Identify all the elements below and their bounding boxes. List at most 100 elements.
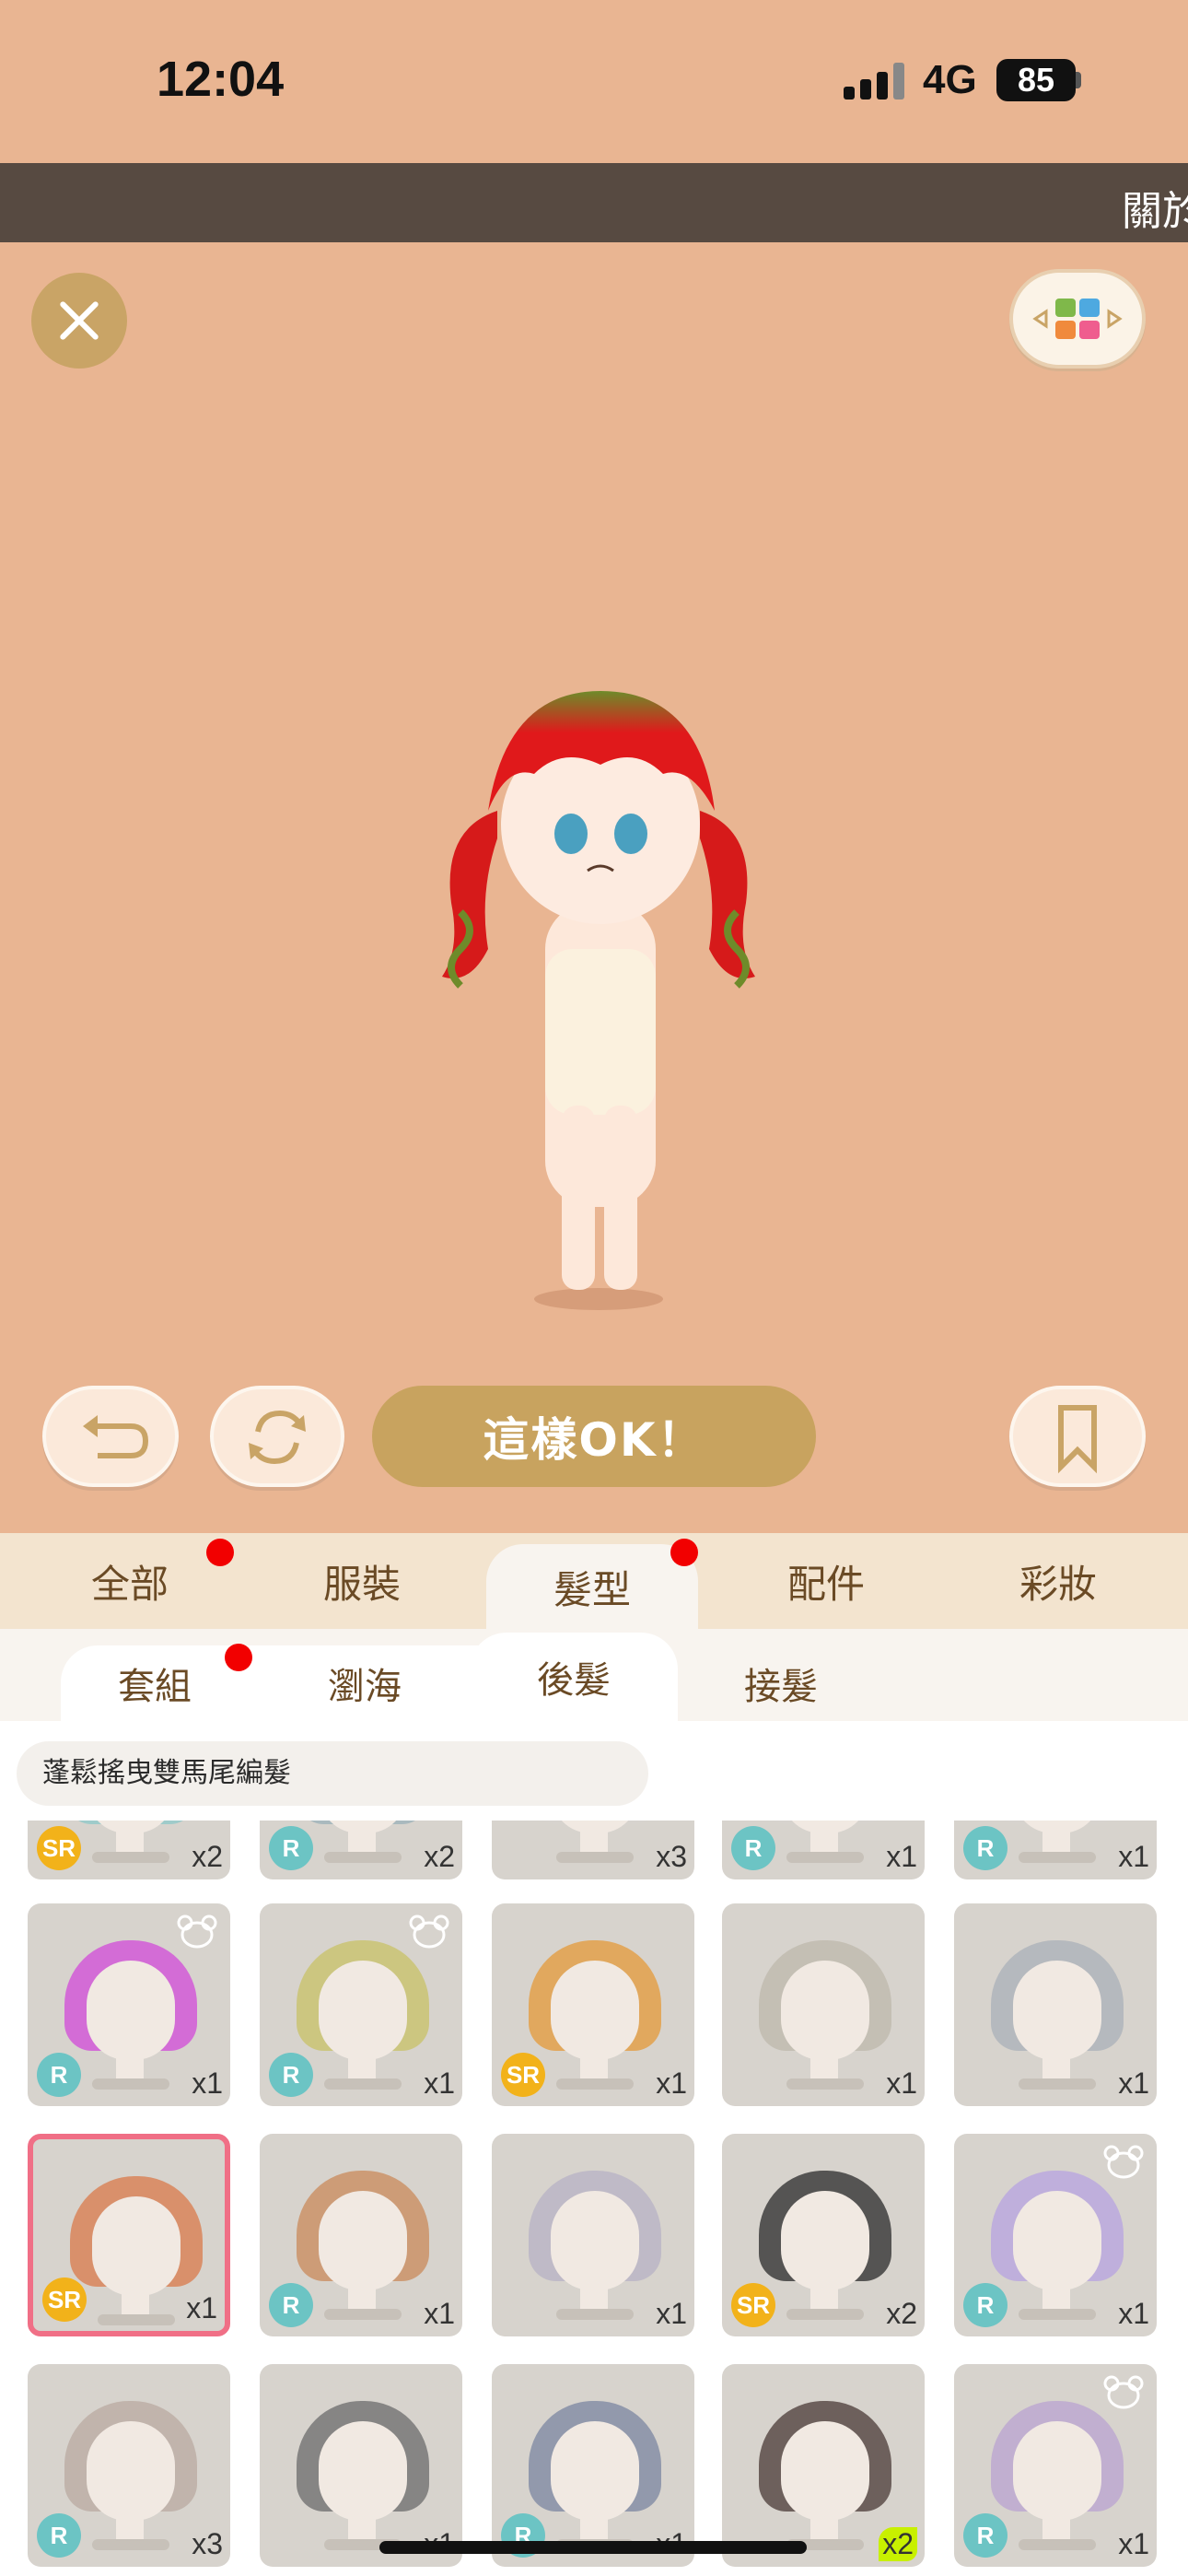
item-quantity: x1 bbox=[656, 2067, 687, 2100]
mannequin-base bbox=[324, 2309, 402, 2320]
mannequin-neck bbox=[1042, 2056, 1070, 2078]
rarity-badge: R bbox=[731, 1826, 775, 1870]
mannequin-neck bbox=[810, 2056, 838, 2078]
mannequin-neck bbox=[580, 2056, 608, 2078]
hair-item-card[interactable]: Rx1 bbox=[28, 1903, 230, 2106]
bear-icon bbox=[1103, 2375, 1144, 2409]
tab-label: 服裝 bbox=[322, 1561, 401, 1607]
mannequin-head bbox=[781, 2191, 869, 2290]
hair-item-card[interactable]: Rx1 bbox=[260, 2134, 462, 2336]
hair-item-card[interactable]: SR x1 bbox=[28, 2134, 230, 2336]
save-outfit-button[interactable] bbox=[1009, 1386, 1146, 1487]
rarity-badge: R bbox=[269, 2053, 313, 2097]
item-quantity: x1 bbox=[1118, 2527, 1149, 2560]
mannequin-neck bbox=[810, 2517, 838, 2539]
item-grid[interactable]: SR x2 Rx2 x3 Rx1 Rx1 Rx1 Rx1 SR x1 x1 x1 SR x1 Rx1 x1 SR… bbox=[0, 1821, 1188, 2576]
hair-item-card[interactable]: Rx1 bbox=[722, 1821, 925, 1879]
hair-item-card[interactable]: Rx2 bbox=[260, 1821, 462, 1879]
subtab-extensions[interactable]: 接髮 bbox=[689, 1645, 873, 1721]
item-quantity: x1 bbox=[424, 2067, 455, 2100]
announcement-banner[interactable]: 關於 bbox=[0, 163, 1188, 242]
hair-item-card[interactable]: x1 bbox=[260, 2364, 462, 2567]
hair-item-card[interactable]: Rx1 bbox=[954, 1821, 1157, 1879]
hair-item-card[interactable]: Rx1 bbox=[260, 1903, 462, 2106]
subtab-set[interactable]: 套組 bbox=[63, 1645, 247, 1721]
hair-item-card[interactable]: Rx1 bbox=[954, 2364, 1157, 2567]
randomize-button[interactable] bbox=[210, 1386, 344, 1487]
mannequin-neck bbox=[116, 2517, 144, 2539]
mannequin-base bbox=[1019, 1852, 1096, 1863]
tab-accessories[interactable]: 配件 bbox=[720, 1533, 932, 1629]
confirm-ok-button[interactable]: 這樣OK！ bbox=[372, 1386, 816, 1487]
mannequin-neck bbox=[1042, 2287, 1070, 2309]
mannequin-base bbox=[1019, 2309, 1096, 2320]
item-quantity: x2 bbox=[424, 1840, 455, 1873]
rarity-badge: R bbox=[269, 1826, 313, 1870]
home-indicator bbox=[379, 2541, 807, 2554]
undo-button[interactable] bbox=[42, 1386, 179, 1487]
item-quantity: x1 bbox=[886, 1840, 917, 1873]
hair-item-card[interactable]: Rx3 bbox=[28, 2364, 230, 2567]
bear-icon bbox=[409, 1914, 449, 1949]
bear-icon bbox=[177, 1914, 217, 1949]
mannequin-base bbox=[556, 2078, 634, 2090]
bookmark-icon bbox=[1058, 1405, 1097, 1474]
mannequin-head bbox=[1013, 1961, 1101, 2060]
hair-item-card[interactable]: SR x2 bbox=[28, 1821, 230, 1879]
hair-item-card[interactable]: x1 bbox=[492, 2134, 694, 2336]
tab-makeup[interactable]: 彩妝 bbox=[952, 1533, 1164, 1629]
rarity-badge: SR bbox=[42, 2277, 87, 2322]
hair-item-card[interactable]: x2 bbox=[722, 2364, 925, 2567]
tab-label: 全部 bbox=[90, 1561, 169, 1607]
mannequin-head bbox=[92, 2196, 181, 2296]
mannequin-neck bbox=[348, 2056, 376, 2078]
mannequin-head bbox=[87, 2421, 175, 2521]
mannequin-neck bbox=[116, 1830, 144, 1852]
hair-item-card[interactable]: SR x2 bbox=[722, 2134, 925, 2336]
tab-hairstyle[interactable]: 髮型 bbox=[486, 1544, 698, 1629]
hair-item-card[interactable]: x3 bbox=[492, 1821, 694, 1879]
hair-item-card[interactable]: Rx1 bbox=[954, 2134, 1157, 2336]
tab-all[interactable]: 全部 bbox=[24, 1533, 236, 1629]
tab-clothing[interactable]: 服裝 bbox=[256, 1533, 468, 1629]
rarity-badge: SR bbox=[501, 2053, 545, 2097]
item-quantity: x1 bbox=[1118, 2297, 1149, 2330]
rarity-badge: SR bbox=[37, 1826, 81, 1870]
refresh-icon bbox=[249, 1410, 306, 1465]
layout-toggle-button[interactable] bbox=[1009, 269, 1146, 369]
subtab-bangs[interactable]: 瀏海 bbox=[273, 1645, 457, 1721]
mannequin-neck bbox=[348, 2287, 376, 2309]
hair-item-card[interactable]: x1 bbox=[722, 1903, 925, 2106]
battery-icon: 85 bbox=[996, 59, 1076, 101]
mannequin-base bbox=[92, 2078, 169, 2090]
mannequin-head bbox=[551, 2191, 639, 2290]
tab-label: 配件 bbox=[786, 1561, 865, 1607]
item-quantity: x2 bbox=[192, 1840, 223, 1873]
category-tabs: 全部 服裝 髮型 配件 彩妝 bbox=[0, 1533, 1188, 1629]
rarity-badge: R bbox=[963, 2513, 1007, 2558]
mannequin-base bbox=[1019, 2539, 1096, 2550]
mannequin-base bbox=[324, 2078, 402, 2090]
mannequin-head bbox=[1013, 2191, 1101, 2290]
mannequin-neck bbox=[580, 2287, 608, 2309]
subtab-back-hair[interactable]: 後髮 bbox=[470, 1633, 678, 1721]
status-time: 12:04 bbox=[157, 52, 285, 107]
item-quantity: x1 bbox=[186, 2291, 217, 2324]
close-button[interactable] bbox=[31, 273, 127, 369]
mannequin-base bbox=[786, 1852, 864, 1863]
item-quantity: x1 bbox=[1118, 1840, 1149, 1873]
item-quantity: x1 bbox=[192, 2067, 223, 2100]
mannequin-head bbox=[319, 2191, 407, 2290]
mannequin-neck bbox=[1042, 1830, 1070, 1852]
item-quantity: x2 bbox=[886, 2297, 917, 2330]
subtab-label: 後髮 bbox=[537, 1659, 611, 1702]
mannequin-base bbox=[324, 1852, 402, 1863]
hair-item-card[interactable]: x1 bbox=[954, 1903, 1157, 2106]
item-quantity: x1 bbox=[886, 2067, 917, 2100]
character-preview bbox=[442, 691, 755, 1310]
rarity-badge: SR bbox=[731, 2283, 775, 2327]
hair-item-card[interactable]: SR x1 bbox=[492, 1903, 694, 2106]
mannequin-neck bbox=[580, 2517, 608, 2539]
hair-item-card[interactable]: Rx1 bbox=[492, 2364, 694, 2567]
mannequin-head bbox=[1013, 2421, 1101, 2521]
